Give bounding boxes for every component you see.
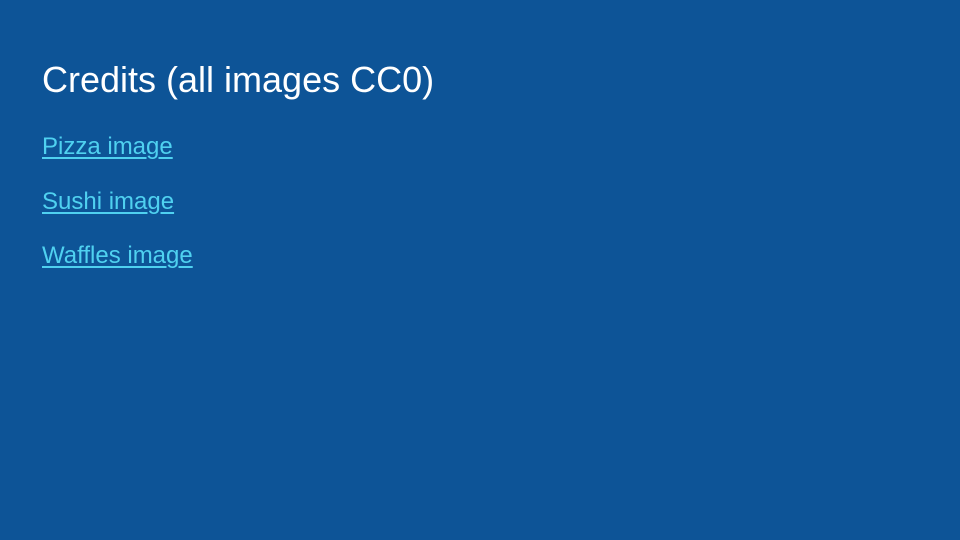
credits-slide: Credits (all images CC0) Pizza image Sus… (0, 0, 960, 540)
list-item: Pizza image (42, 132, 193, 187)
slide-title: Credits (all images CC0) (42, 59, 435, 100)
credits-link-list: Pizza image Sushi image Waffles image (42, 132, 193, 296)
list-item: Sushi image (42, 187, 193, 242)
list-item: Waffles image (42, 241, 193, 296)
pizza-image-link[interactable]: Pizza image (42, 133, 173, 160)
waffles-image-link[interactable]: Waffles image (42, 242, 193, 269)
sushi-image-link[interactable]: Sushi image (42, 188, 174, 215)
